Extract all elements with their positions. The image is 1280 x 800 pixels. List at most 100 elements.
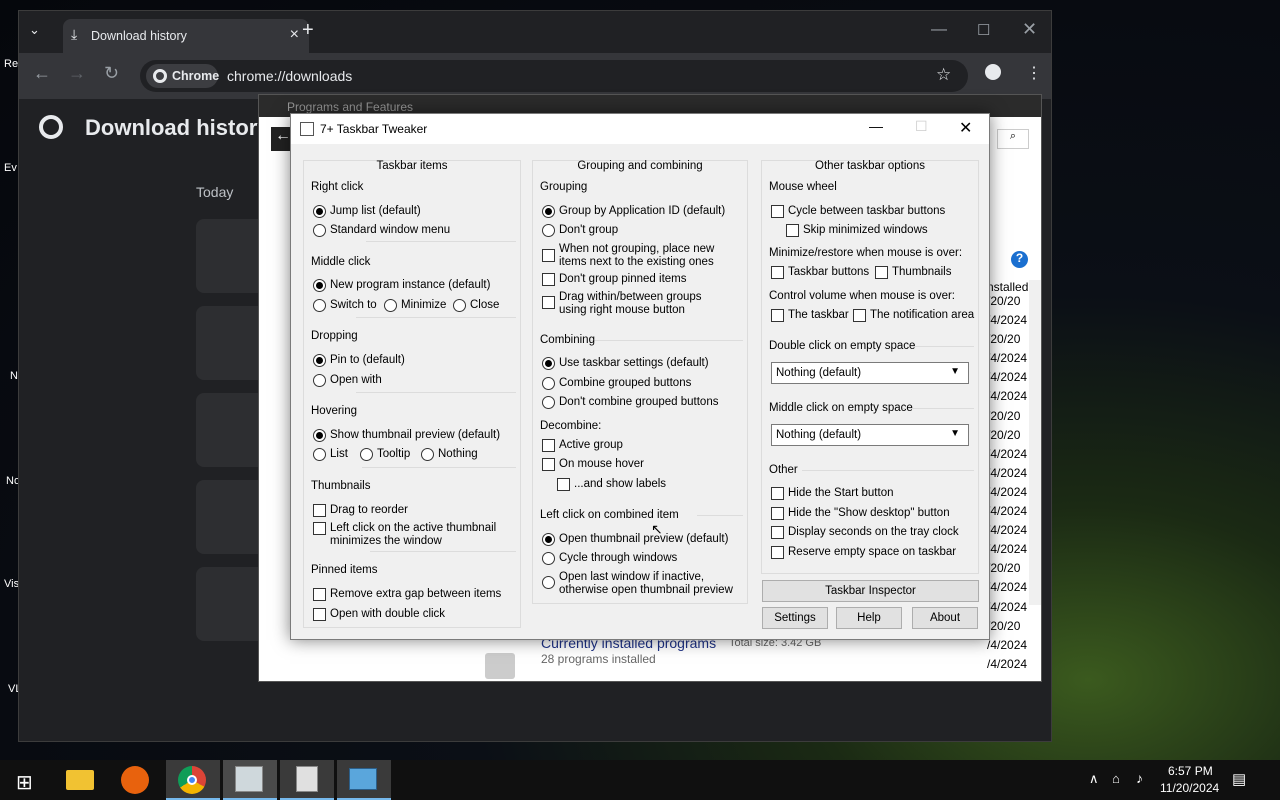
- forward-icon[interactable]: →: [68, 63, 86, 84]
- download-item-icon[interactable]: [196, 567, 266, 641]
- app-icon: [300, 122, 314, 136]
- section-title: Left click on combined item: [540, 509, 679, 521]
- double-click-select[interactable]: Nothing (default) ▼: [771, 362, 969, 384]
- download-item-icon[interactable]: [196, 306, 266, 380]
- reload-icon[interactable]: ↻: [104, 63, 119, 84]
- tray-date[interactable]: 11/20/2024: [1160, 781, 1219, 795]
- date-cell: /4/2024: [987, 389, 1028, 404]
- about-button[interactable]: About: [912, 607, 978, 629]
- taskbar-control-panel[interactable]: [337, 760, 391, 800]
- download-item-icon[interactable]: [196, 480, 266, 554]
- help-icon[interactable]: ?: [1011, 251, 1028, 268]
- folder-icon: [66, 770, 94, 790]
- chrome-icon: [153, 69, 167, 83]
- tab-strip: ⌄ ⤓ Download history × + — ☐ ✕: [19, 11, 1051, 53]
- new-tab-button[interactable]: +: [302, 19, 314, 42]
- control-panel-icon: [349, 768, 377, 790]
- section-title: Pinned items: [311, 564, 378, 576]
- volume-icon[interactable]: ♪: [1136, 770, 1143, 786]
- search-icon[interactable]: ⌕: [997, 129, 1029, 149]
- section-title: Minimize/restore when mouse is over:: [769, 247, 963, 259]
- programs-icon: [296, 766, 318, 792]
- date-cell: /4/2024: [987, 504, 1028, 519]
- url-text: chrome://downloads: [227, 68, 353, 84]
- taskbar-inspector-button[interactable]: Taskbar Inspector: [762, 580, 979, 602]
- section-title: Combining: [540, 334, 595, 346]
- programs-disk-icon: [485, 653, 515, 679]
- date-cell: /20/20: [987, 561, 1021, 576]
- desktop-icon-label[interactable]: Ev: [4, 162, 17, 174]
- taskbar-tweaker-window: 7+ Taskbar Tweaker — ☐ ✕ Taskbar items R…: [290, 113, 990, 640]
- tab-search-icon[interactable]: ⌄: [29, 22, 40, 38]
- group-header: Taskbar items: [376, 160, 448, 172]
- taskbar-chrome[interactable]: [166, 760, 220, 800]
- windows-logo-icon: ⊞: [16, 772, 33, 794]
- section-title: Hovering: [311, 405, 358, 417]
- settings-button[interactable]: Settings: [762, 607, 828, 629]
- maximize-icon[interactable]: ☐: [977, 21, 990, 39]
- address-bar[interactable]: Chrome chrome://downloads ☆: [140, 60, 968, 92]
- date-cell: /4/2024: [987, 637, 1028, 652]
- network-icon[interactable]: ⌂: [1112, 771, 1120, 786]
- tray-time[interactable]: 6:57 PM: [1168, 764, 1213, 778]
- desktop-icon-label[interactable]: Re: [4, 58, 18, 70]
- section-today: Today: [196, 184, 234, 200]
- section-title: Decombine:: [540, 420, 602, 432]
- tab-download-history[interactable]: ⤓ Download history ×: [63, 19, 309, 53]
- taskbar-firefox[interactable]: [109, 760, 163, 800]
- date-cell: /4/2024: [987, 656, 1028, 671]
- date-cell: /4/2024: [987, 542, 1028, 557]
- section-title: Dropping: [311, 330, 358, 342]
- date-cell: /4/2024: [987, 599, 1028, 614]
- tab-title: Download history: [91, 29, 187, 43]
- grouping-combining-group: Grouping and combining Grouping Group by…: [532, 160, 748, 604]
- taskbar-programs-features[interactable]: [280, 760, 334, 800]
- site-info-chip[interactable]: Chrome: [146, 64, 220, 88]
- help-button[interactable]: Help: [836, 607, 902, 629]
- date-cell: /20/20: [987, 618, 1021, 633]
- download-item-icon[interactable]: [196, 219, 266, 293]
- minimize-icon[interactable]: —: [931, 21, 947, 39]
- taskbar-taskbar-tweaker[interactable]: [223, 760, 277, 800]
- firefox-icon: [121, 766, 149, 794]
- date-cell: /20/20: [987, 408, 1021, 423]
- date-cell: /4/2024: [987, 313, 1028, 328]
- title-bar: 7+ Taskbar Tweaker — ☐ ✕: [291, 114, 989, 144]
- windows-taskbar: ⊞ ∧ ⌂ ♪ 6:57 PM 11/20/2024 ▤: [0, 760, 1280, 800]
- taskbar-file-explorer[interactable]: [52, 760, 106, 800]
- menu-icon[interactable]: ⋮: [1026, 63, 1042, 83]
- back-icon[interactable]: ←: [33, 63, 51, 84]
- section-title: Double click on empty space: [769, 340, 916, 352]
- bookmark-star-icon[interactable]: ☆: [936, 65, 951, 85]
- group-header: Other taskbar options: [815, 160, 925, 172]
- download-item-icon[interactable]: [196, 393, 266, 467]
- profile-icon[interactable]: [985, 64, 1001, 80]
- close-icon[interactable]: ✕: [959, 118, 972, 138]
- date-cell: /20/20: [987, 294, 1021, 308]
- date-cell: /4/2024: [987, 351, 1028, 366]
- footer-count: 28 programs installed: [541, 652, 656, 666]
- minimize-icon[interactable]: —: [869, 118, 883, 134]
- section-title: Middle click: [311, 256, 371, 268]
- middle-click-select[interactable]: Nothing (default) ▼: [771, 424, 969, 446]
- start-button[interactable]: ⊞: [0, 760, 54, 800]
- date-cell: /4/2024: [987, 370, 1028, 385]
- close-tab-icon[interactable]: ×: [290, 26, 299, 44]
- taskbar-items-group: Taskbar items Right click Jump list (def…: [303, 160, 521, 628]
- close-window-icon[interactable]: ✕: [1022, 19, 1037, 40]
- maximize-icon[interactable]: ☐: [915, 118, 928, 135]
- installed-dates-column: /20/20 /4/2024 /20/20 /4/2024 /4/2024 /4…: [987, 292, 1029, 674]
- chevron-down-icon: ▼: [950, 366, 960, 377]
- window-title: 7+ Taskbar Tweaker: [320, 122, 428, 136]
- chip-label: Chrome: [172, 69, 220, 83]
- notification-icon[interactable]: ▤: [1232, 770, 1246, 788]
- chrome-logo-icon: [39, 115, 63, 139]
- scrollbar[interactable]: [1029, 280, 1041, 605]
- desktop-icon-label[interactable]: N: [10, 370, 18, 382]
- chevron-up-icon[interactable]: ∧: [1089, 771, 1099, 787]
- date-cell: /20/20: [987, 332, 1021, 347]
- desktop-icon-label[interactable]: Vis: [4, 578, 19, 590]
- section-title: Control volume when mouse is over:: [769, 290, 955, 302]
- chevron-down-icon: ▼: [950, 428, 960, 439]
- date-cell: /4/2024: [987, 446, 1028, 461]
